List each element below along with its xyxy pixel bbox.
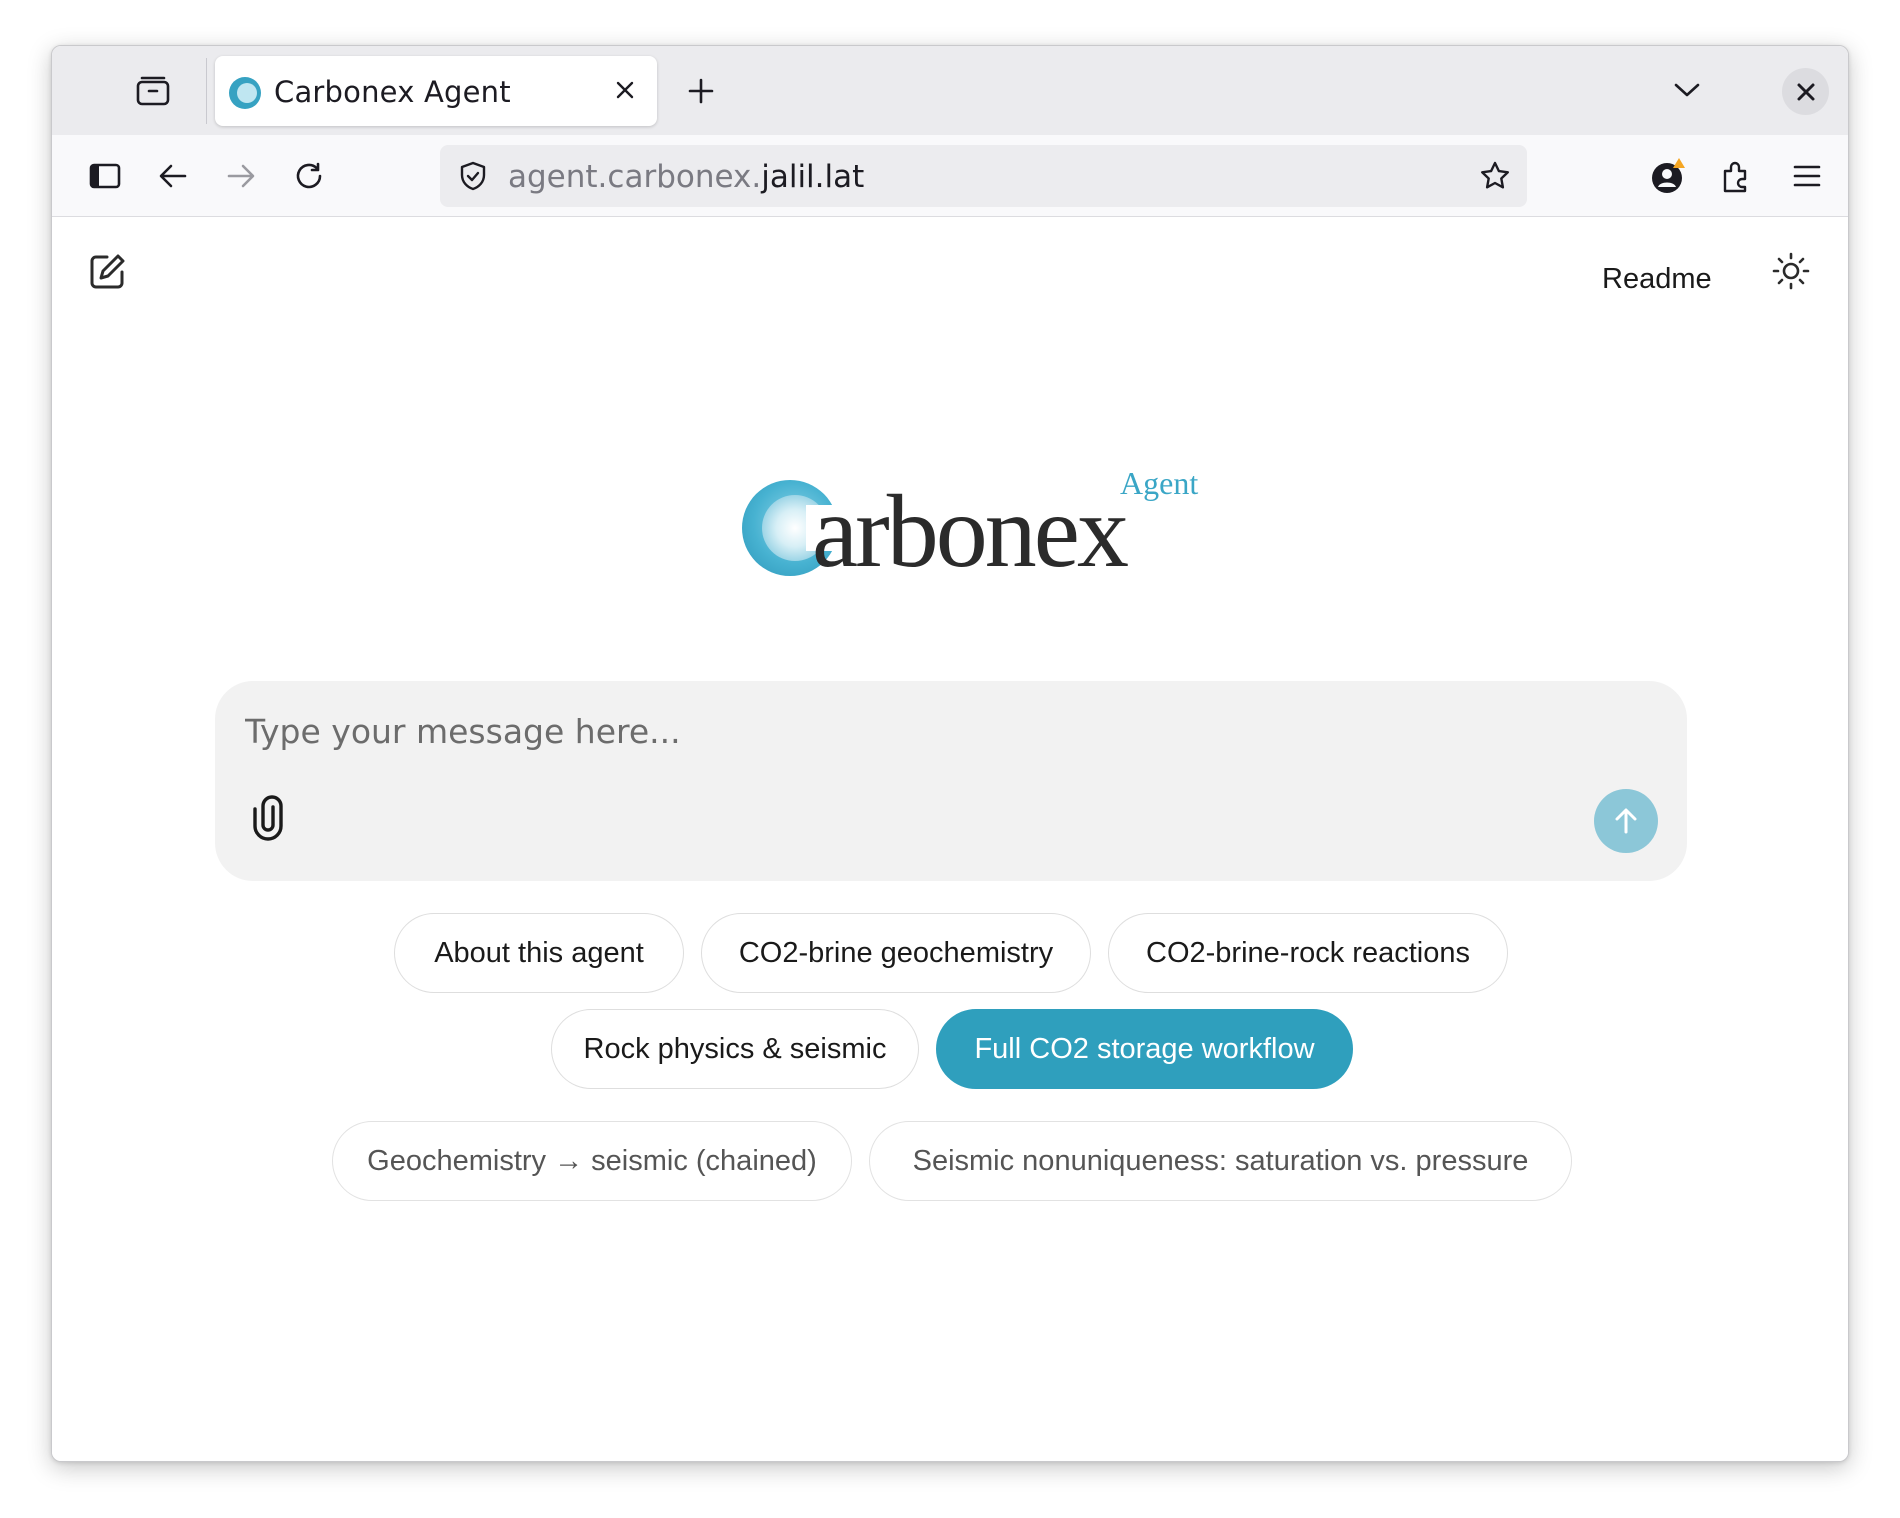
arrow-left-icon[interactable] [150, 153, 196, 199]
suggestion-chip-about[interactable]: About this agent [394, 913, 684, 993]
chevron-down-icon[interactable] [1665, 68, 1709, 112]
suggestion-chip-rock-reactions[interactable]: CO2-brine-rock reactions [1108, 913, 1508, 993]
logo-agent-badge: Agent [1120, 465, 1199, 501]
suggestion-chip-geochemistry[interactable]: CO2-brine geochemistry [701, 913, 1091, 993]
browser-window: Carbonex Agent agent.carbonex.jalil.lat … [51, 45, 1849, 1462]
readme-link[interactable]: Readme [1602, 263, 1712, 296]
tab-title: Carbonex Agent [274, 75, 511, 109]
suggestion-chip-nonuniqueness[interactable]: Seismic nonuniqueness: saturation vs. pr… [869, 1121, 1572, 1201]
paperclip-icon[interactable] [251, 793, 295, 843]
carbonex-logo: arbonex Agent [742, 465, 1198, 589]
edit-icon[interactable] [82, 247, 132, 297]
tab-groups-icon[interactable] [130, 68, 176, 114]
tab-strip: Carbonex Agent [52, 46, 1848, 135]
url-text[interactable]: agent.carbonex.jalil.lat [508, 159, 864, 195]
message-composer [215, 681, 1687, 881]
url-bar[interactable]: agent.carbonex.jalil.lat [440, 145, 1527, 207]
tab-separator [206, 58, 207, 124]
extensions-icon[interactable] [1712, 151, 1762, 201]
menu-icon[interactable] [1782, 151, 1832, 201]
send-button[interactable] [1594, 789, 1658, 853]
app-page: Readme arbonex Agent About this agent CO [52, 217, 1848, 1461]
suggestion-chip-rock-physics[interactable]: Rock physics & seismic [551, 1009, 919, 1089]
shield-icon[interactable] [456, 159, 490, 193]
window-close-button[interactable] [1782, 68, 1829, 115]
sun-icon[interactable] [1768, 248, 1814, 294]
star-icon[interactable] [1477, 158, 1513, 194]
logo-wordmark: arbonex [812, 474, 1129, 589]
suggestion-chip-chained[interactable]: Geochemistry → seismic (chained) [332, 1121, 852, 1201]
carbonex-favicon-icon [229, 77, 261, 109]
plus-icon[interactable] [679, 69, 723, 113]
sidebar-toggle-icon[interactable] [82, 153, 128, 199]
close-icon[interactable] [608, 73, 642, 107]
url-domain: jalil.lat [761, 159, 865, 195]
reload-icon[interactable] [286, 153, 332, 199]
suggestion-chip-full-workflow[interactable]: Full CO2 storage workflow [936, 1009, 1353, 1089]
message-input[interactable] [245, 703, 1545, 759]
navigation-toolbar: agent.carbonex.jalil.lat [52, 135, 1848, 217]
url-prefix: agent.carbonex. [508, 159, 762, 195]
arrow-up-icon [1615, 808, 1637, 834]
account-icon[interactable] [1644, 151, 1694, 201]
arrow-right-icon[interactable] [218, 153, 264, 199]
tab-carbonex-agent[interactable]: Carbonex Agent [215, 56, 657, 126]
